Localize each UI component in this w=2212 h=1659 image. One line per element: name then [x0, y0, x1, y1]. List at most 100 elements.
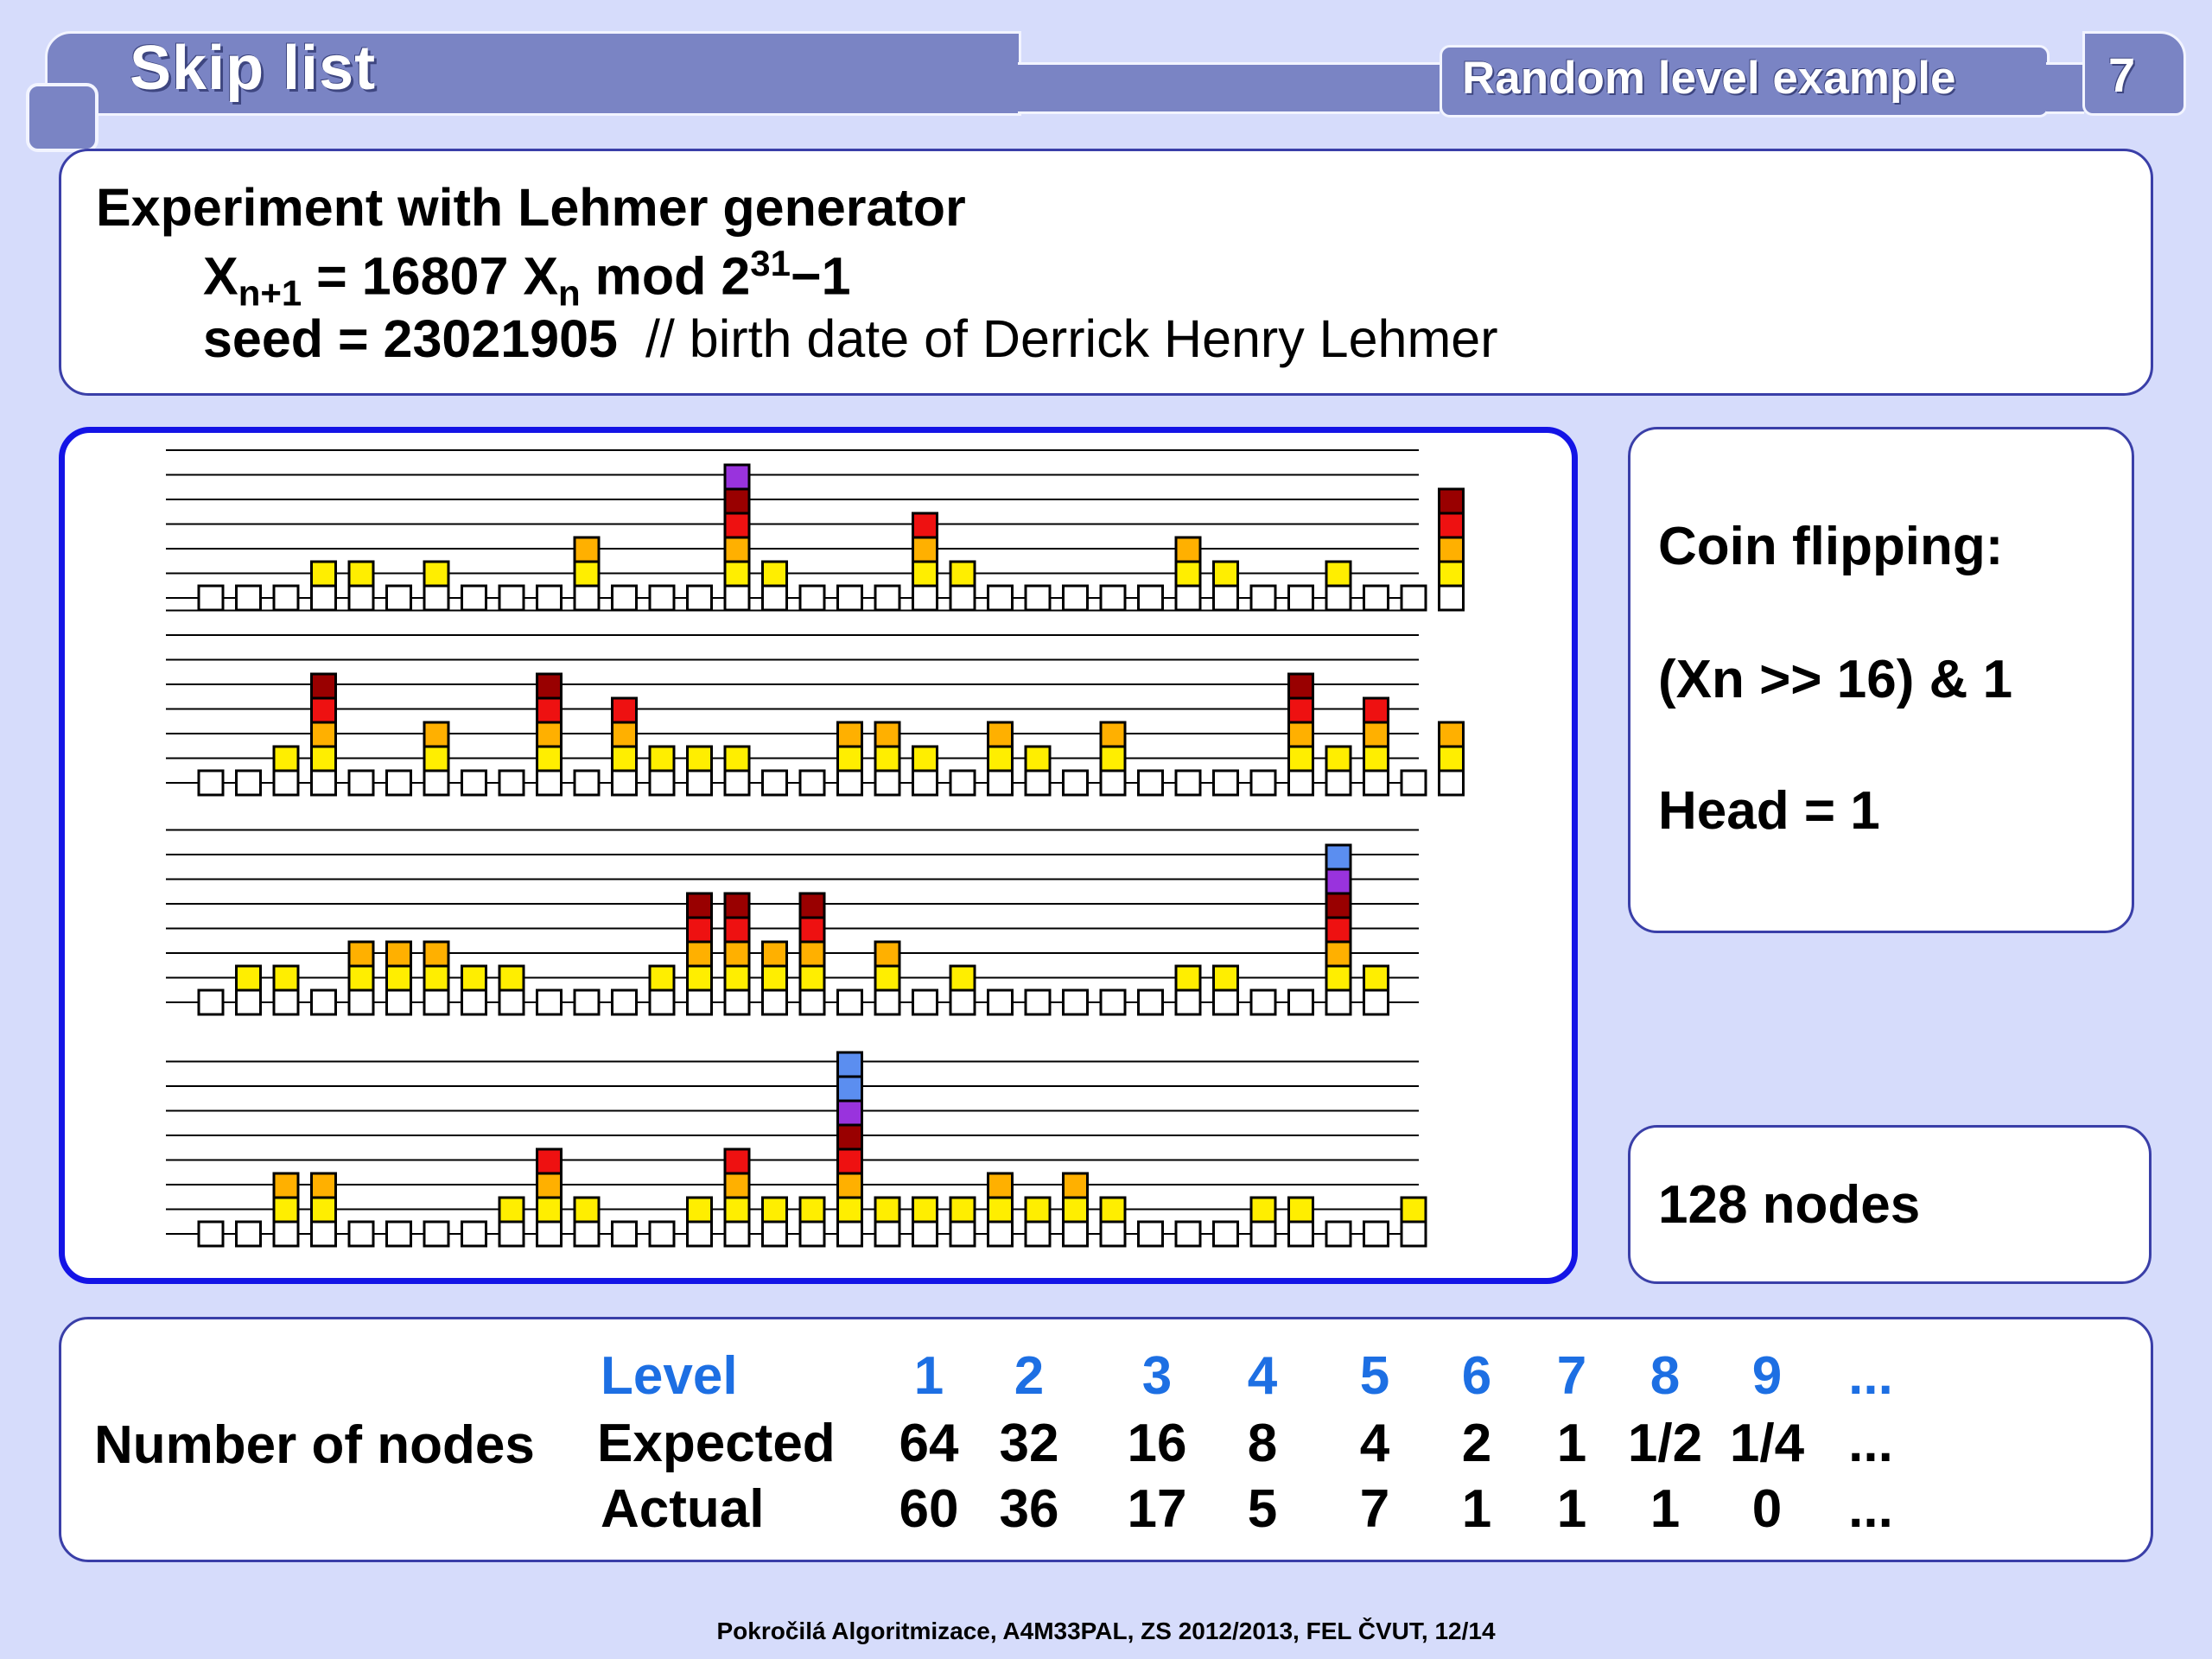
- node-level-cell: [686, 745, 713, 772]
- node-level-cell: [423, 940, 450, 968]
- node-level-cell: [949, 988, 976, 1016]
- node-level-cell: [461, 988, 487, 1016]
- node-level-cell: [1062, 1220, 1089, 1248]
- node-level-cell: [836, 1099, 863, 1127]
- node-level-cell: [874, 940, 901, 968]
- node-level-cell: [686, 940, 713, 968]
- table-cell-actual-4: 5: [1247, 1479, 1278, 1539]
- node-level-cell: [1249, 769, 1277, 797]
- node-level-cell: [1137, 988, 1164, 1016]
- node-level-cell: [836, 745, 863, 772]
- node-level-cell: [1174, 964, 1202, 992]
- node-level-cell: [1363, 721, 1389, 748]
- node-level-cell: [498, 1196, 525, 1224]
- node-level-cell: [723, 892, 751, 919]
- node-level-cell: [385, 940, 412, 968]
- table-cell-levels-9: 9: [1751, 1346, 1783, 1406]
- node-level-cell: [1099, 745, 1127, 772]
- seed-comment: // birth date of Derrick Henry Lehmer: [645, 309, 1498, 368]
- node-level-cell: [310, 1172, 337, 1199]
- node-level-cell: [648, 745, 676, 772]
- node-level-cell: [310, 745, 337, 772]
- node-level-cell: [1099, 988, 1127, 1016]
- node-level-cell: [272, 1172, 300, 1199]
- node-level-cell: [798, 940, 826, 968]
- node-level-cell: [1400, 1196, 1427, 1224]
- node-level-cell: [536, 769, 563, 797]
- node-level-cell: [197, 1220, 225, 1248]
- node-level-cell: [347, 964, 375, 992]
- node-level-cell: [1099, 721, 1127, 748]
- table-cell-levels-2: 2: [1014, 1346, 1045, 1406]
- formula-sub-left: n+1: [238, 272, 302, 314]
- table-cell-expected-10: ...: [1848, 1414, 1893, 1473]
- node-level-cell: [949, 584, 976, 612]
- node-level-cell: [197, 584, 225, 612]
- node-level-cell: [987, 769, 1014, 797]
- node-level-cell: [648, 584, 676, 612]
- node-level-cell: [912, 769, 938, 797]
- node-level-cell: [573, 536, 601, 563]
- node-level-cell: [1325, 892, 1352, 919]
- node-level-cell: [798, 769, 826, 797]
- node-level-cell: [1249, 1196, 1277, 1224]
- node-level-cell: [310, 769, 337, 797]
- node-level-cell: [310, 988, 337, 1016]
- node-level-cell: [1325, 868, 1352, 895]
- node-level-cell: [836, 1123, 863, 1151]
- node-level-cell: [1137, 769, 1164, 797]
- node-level-cell: [1363, 584, 1389, 612]
- node-level-cell: [310, 721, 337, 748]
- node-level-cell: [461, 769, 487, 797]
- node-level-cell: [197, 988, 225, 1016]
- node-level-cell: [723, 988, 751, 1016]
- node-level-cell: [423, 560, 450, 588]
- node-level-cell: [423, 584, 450, 612]
- node-level-cell: [761, 560, 788, 588]
- node-level-cell: [272, 964, 300, 992]
- node-level-cell: [1325, 988, 1352, 1016]
- node-level-cell: [874, 988, 901, 1016]
- node-level-cell: [761, 1196, 788, 1224]
- node-level-cell: [836, 1172, 863, 1199]
- node-level-cell: [1325, 745, 1352, 772]
- node-level-cell: [949, 769, 976, 797]
- page-number: 7: [2108, 48, 2136, 102]
- corner-decoration: [26, 83, 99, 152]
- node-level-cell: [912, 1196, 938, 1224]
- node-level-cell: [611, 769, 638, 797]
- node-level-cell: [536, 721, 563, 748]
- node-level-cell: [761, 769, 788, 797]
- node-level-cell: [536, 584, 563, 612]
- node-level-cell: [611, 696, 638, 724]
- table-cell-actual-10: ...: [1848, 1479, 1893, 1539]
- node-level-cell: [611, 1220, 638, 1248]
- node-level-cell: [1438, 745, 1465, 772]
- node-level-cell: [611, 988, 638, 1016]
- node-level-cell: [836, 1220, 863, 1248]
- formula-middle: = 16807 X: [302, 246, 559, 306]
- node-level-cell: [874, 1196, 901, 1224]
- node-level-cell: [798, 988, 826, 1016]
- node-level-cell: [723, 964, 751, 992]
- node-level-cell: [1212, 964, 1239, 992]
- node-level-cell: [761, 940, 788, 968]
- node-level-cell: [1249, 1220, 1277, 1248]
- lehmer-formula: Xn+1 = 16807 Xn mod 231−1: [203, 243, 851, 315]
- node-level-cell: [573, 560, 601, 588]
- node-level-cell: [686, 1196, 713, 1224]
- node-level-cell: [798, 1196, 826, 1224]
- node-level-cell: [949, 560, 976, 588]
- node-level-cell: [723, 560, 751, 588]
- node-level-cell: [874, 721, 901, 748]
- table-row-label: Number of nodes: [94, 1415, 535, 1475]
- node-level-cell: [347, 988, 375, 1016]
- node-level-cell: [1024, 988, 1052, 1016]
- node-level-cell: [1363, 1220, 1389, 1248]
- slide-subtitle: Random level example: [1462, 53, 1956, 104]
- intro-panel: Experiment with Lehmer generator Xn+1 = …: [59, 149, 2153, 396]
- node-level-cell: [1212, 988, 1239, 1016]
- actual-label: Actual: [601, 1479, 765, 1539]
- node-level-cell: [987, 584, 1014, 612]
- node-level-cell: [1438, 512, 1465, 539]
